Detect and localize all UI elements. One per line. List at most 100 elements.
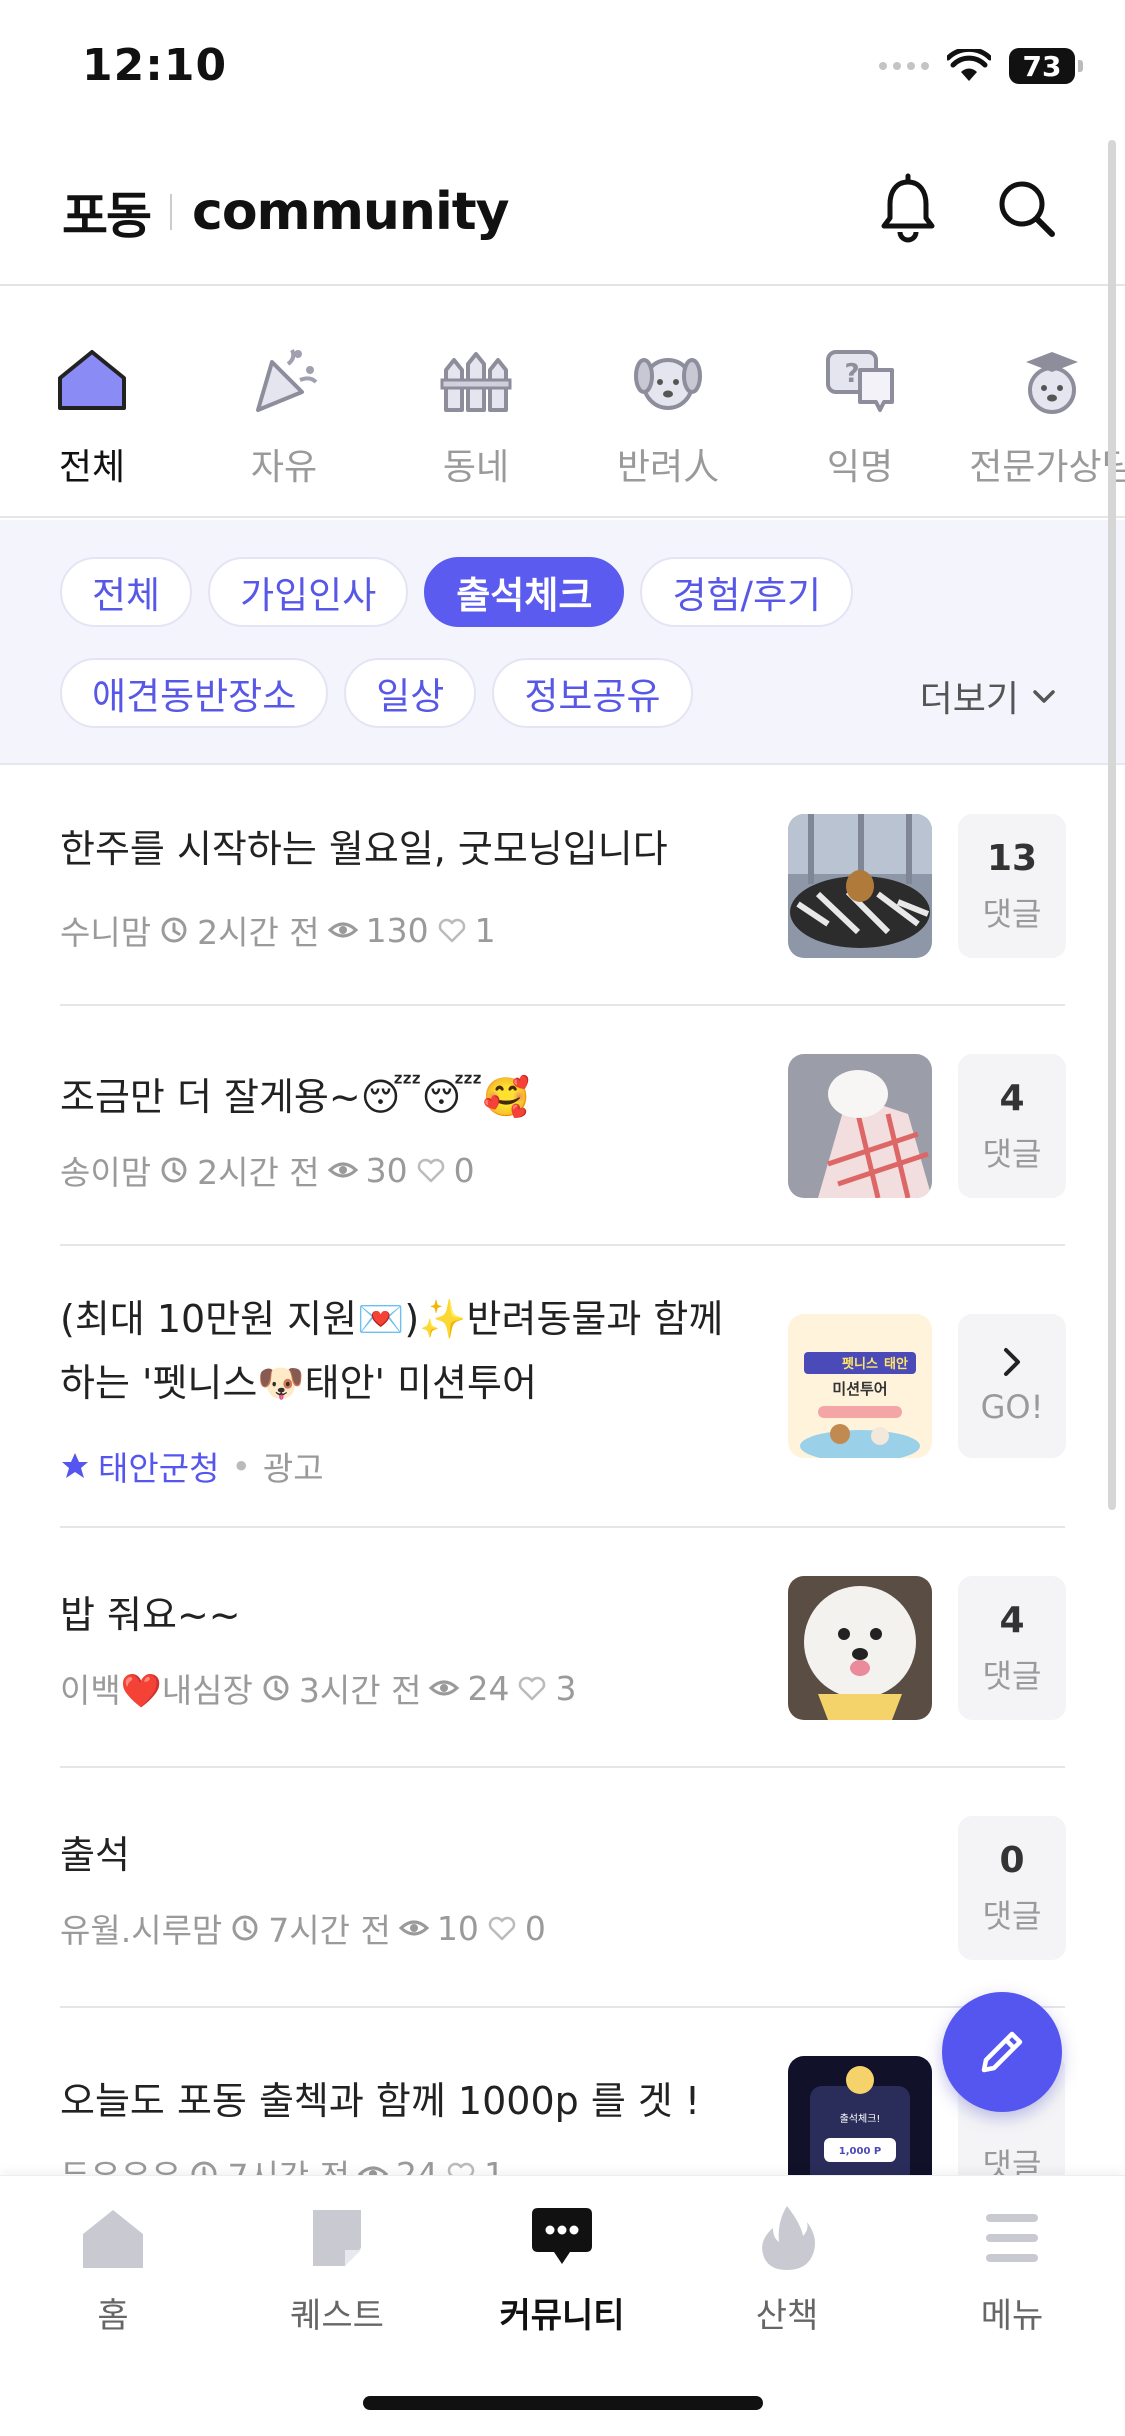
tag-info-share[interactable]: 정보공유: [492, 658, 693, 728]
fence-icon: [440, 352, 512, 412]
comment-count-box[interactable]: 4 댓글: [958, 1054, 1066, 1198]
comment-count: 4: [999, 1077, 1025, 1119]
post-item[interactable]: 오늘도 포동 출첵과 함께 1000p 를 겟 ! 두유유유 7시간 전 24 …: [60, 2008, 1065, 2175]
tag-daily[interactable]: 일상: [344, 658, 477, 728]
category-anonymous[interactable]: ? 익명: [764, 288, 956, 516]
category-label: 반려人: [616, 447, 720, 488]
logo-korean: 포동: [62, 187, 152, 245]
nav-label: 산책: [755, 2296, 819, 2336]
post-author: 두유유유: [60, 2150, 181, 2175]
clock-icon: [263, 1675, 289, 1701]
nav-label: 홈: [97, 2296, 129, 2336]
eye-icon: [327, 922, 358, 938]
battery-icon: 73: [1009, 48, 1083, 84]
post-time: 2시간 전: [197, 1153, 320, 1192]
dog-photo: [788, 1576, 932, 1720]
post-meta: 이백❤️내심장 3시간 전 24 3: [60, 1664, 576, 1712]
tag-row-1: 전체 가입인사 출석체크 경험/후기: [60, 557, 854, 627]
post-title: 밥 줘요~~: [60, 1593, 241, 1637]
ad-title-line-2: 하는 '펫니스🐶태안' 미션투어: [60, 1361, 537, 1405]
post-item[interactable]: 출석 유월.시루맘 7시간 전 10 0 0 댓글: [60, 1768, 1066, 2008]
dog-photo: [788, 1054, 932, 1198]
eye-icon: [429, 1680, 460, 1696]
comment-count-box[interactable]: 0 댓글: [958, 1816, 1066, 1960]
category-free[interactable]: 자유: [188, 288, 380, 516]
post-author: 송이맘: [60, 1153, 152, 1192]
quest-note-icon: [313, 2210, 361, 2266]
category-expert[interactable]: 전문가상담: [956, 288, 1125, 516]
screenshot-text-1: 출석체크!: [840, 2113, 881, 2125]
tag-all[interactable]: 전체: [60, 557, 193, 627]
post-thumbnail[interactable]: [788, 1054, 932, 1198]
home-indicator[interactable]: [363, 2396, 763, 2410]
home-icon: [83, 2210, 143, 2268]
nav-home[interactable]: 홈: [13, 2202, 213, 2337]
nav-community[interactable]: 커뮤니티: [462, 2202, 662, 2337]
post-thumbnail[interactable]: 출석체크! 1,000 P: [788, 2056, 932, 2175]
nav-menu[interactable]: 메뉴: [912, 2202, 1112, 2337]
post-meta: 수니맘 2시간 전 130 1: [60, 906, 496, 954]
post-time: 2시간 전: [197, 913, 320, 952]
category-pet-people[interactable]: 반려人: [572, 288, 764, 516]
poster-text-2: 태안: [884, 1356, 908, 1372]
more-button[interactable]: 더보기: [920, 670, 1057, 722]
house-icon: [58, 350, 126, 410]
clock-icon: [161, 1157, 187, 1183]
go-button[interactable]: GO!: [958, 1314, 1066, 1458]
category-label: 전문가상담: [969, 447, 1125, 488]
more-label: 더보기: [919, 679, 1019, 720]
status-icons: 73: [879, 48, 1083, 84]
nav-quest[interactable]: 퀘스트: [237, 2202, 437, 2337]
category-neighborhood[interactable]: 동네: [380, 288, 572, 516]
scrollbar[interactable]: [1108, 140, 1116, 1510]
post-thumbnail[interactable]: [788, 1576, 932, 1720]
tag-filter-area: 전체 가입인사 출석체크 경험/후기 애견동반장소 일상 정보공유 더보기: [0, 520, 1125, 765]
ad-poster: 펫니스 태안 미션투어: [788, 1314, 932, 1458]
bell-icon[interactable]: [872, 172, 944, 244]
post-likes: 0: [524, 1908, 546, 1948]
clock-icon: [232, 1915, 258, 1941]
app-logo[interactable]: 포동 community: [62, 176, 510, 248]
post-item[interactable]: 밥 줘요~~ 이백❤️내심장 3시간 전 24 3 4 댓글: [60, 1528, 1066, 1768]
tag-attendance[interactable]: 출석체크: [424, 557, 625, 627]
comment-count-box[interactable]: 13 댓글: [958, 814, 1066, 958]
heart-icon: [417, 1158, 444, 1183]
search-icon[interactable]: [990, 172, 1062, 244]
comment-label: 댓글: [982, 1656, 1042, 1695]
tag-pet-friendly-places[interactable]: 애견동반장소: [60, 658, 329, 728]
wifi-icon: [947, 49, 991, 81]
tag-greeting[interactable]: 가입인사: [208, 557, 409, 627]
comment-count-box[interactable]: 4 댓글: [958, 1576, 1066, 1720]
flame-icon: [762, 2206, 815, 2270]
tag-experience[interactable]: 경험/후기: [640, 557, 854, 627]
app-screenshot: 출석체크! 1,000 P: [788, 2056, 932, 2175]
heart-icon: [488, 1916, 516, 1941]
comment-count: 4: [999, 1599, 1025, 1641]
post-item[interactable]: 한주를 시작하는 월요일, 굿모닝입니다 수니맘 2시간 전 130 1 13 …: [60, 766, 1066, 1006]
post-meta: 두유유유 7시간 전 24 1: [60, 2150, 505, 2175]
write-post-button[interactable]: [942, 1992, 1062, 2112]
poster-text-1: 펫니스: [842, 1356, 878, 1372]
post-item[interactable]: 조금만 더 잘게용~😴😴🥰 송이맘 2시간 전 30 0 4 댓글: [60, 1006, 1066, 1246]
nav-label: 퀘스트: [290, 2296, 384, 2336]
post-views: 130: [365, 910, 429, 950]
comment-count: 0: [999, 1839, 1025, 1881]
ad-thumbnail[interactable]: 펫니스 태안 미션투어: [788, 1314, 932, 1458]
dog-photo: [788, 814, 932, 958]
svg-text:?: ?: [844, 359, 859, 389]
post-thumbnail[interactable]: [788, 814, 932, 958]
category-all[interactable]: 전체: [0, 288, 188, 516]
ad-meta: 태안군청 • 광고: [60, 1442, 324, 1490]
status-time: 12:10: [82, 40, 228, 91]
star-icon: [62, 1453, 88, 1478]
comment-label: 댓글: [982, 1896, 1042, 1935]
ad-post-item[interactable]: (최대 10만원 지원💌)✨반려동물과 함께 하는 '펫니스🐶태안' 미션투어 …: [60, 1246, 1066, 1528]
post-likes: 1: [484, 2154, 506, 2176]
post-author: 유월.시루맘: [60, 1911, 223, 1950]
ad-label: 광고: [262, 1449, 324, 1488]
eye-icon: [398, 1920, 429, 1936]
meta-dot: •: [231, 1446, 251, 1486]
comment-count: 13: [986, 837, 1038, 879]
clock-icon: [191, 2161, 217, 2175]
nav-walk[interactable]: 산책: [687, 2202, 887, 2337]
